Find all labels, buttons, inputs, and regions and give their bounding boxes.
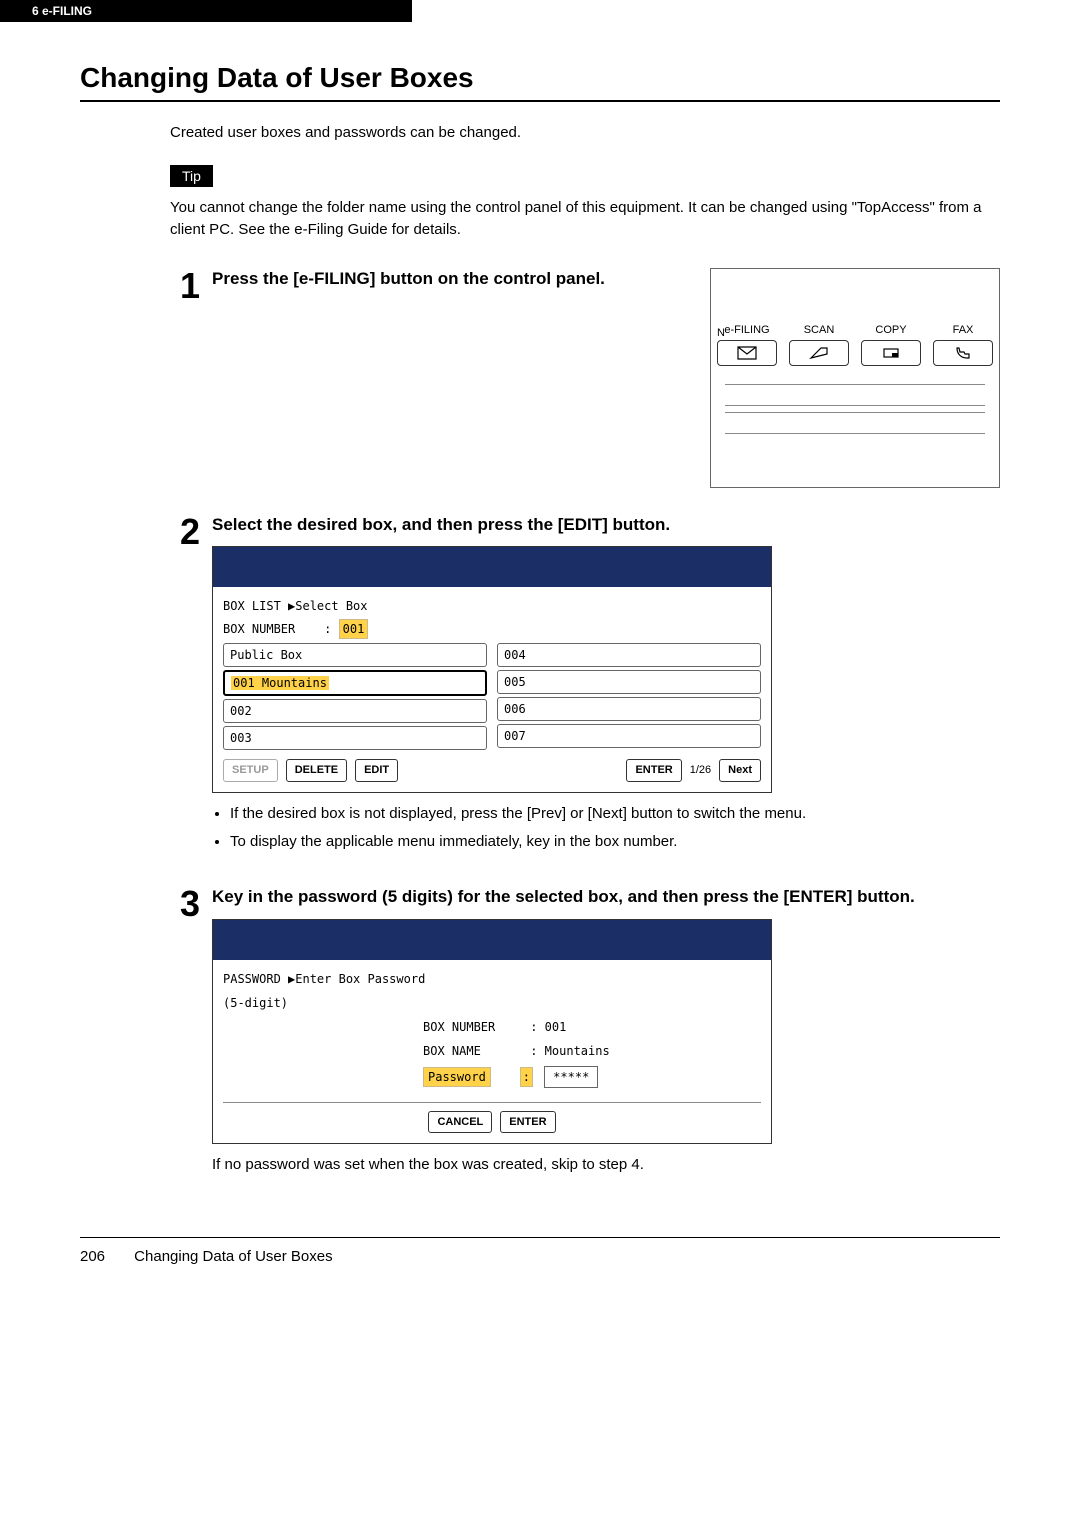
list-item[interactable]: 001 Mountains bbox=[223, 670, 487, 696]
step-3: 3 Key in the password (5 digits) for the… bbox=[80, 886, 1000, 1177]
breadcrumb: 6 e-FILING bbox=[0, 0, 412, 22]
note-text: If the desired box is not displayed, pre… bbox=[230, 803, 1000, 826]
step-heading: Select the desired box, and then press t… bbox=[212, 514, 1000, 537]
list-item[interactable]: 004 bbox=[497, 643, 761, 667]
colon: : bbox=[324, 622, 331, 636]
enter-button[interactable]: ENTER bbox=[626, 759, 681, 782]
tip-label: Tip bbox=[170, 165, 213, 187]
fax-label: FAX bbox=[933, 324, 993, 336]
panel-n-label: N bbox=[717, 327, 725, 339]
page-number: 206 bbox=[80, 1248, 130, 1265]
list-item[interactable]: 005 bbox=[497, 670, 761, 694]
tip-text: You cannot change the folder name using … bbox=[170, 197, 1000, 242]
delete-button[interactable]: DELETE bbox=[286, 759, 347, 782]
enter-button[interactable]: ENTER bbox=[500, 1111, 555, 1134]
copy-label: COPY bbox=[861, 324, 921, 336]
box-number-label: BOX NUMBER bbox=[223, 622, 295, 636]
box-number-value[interactable]: 001 bbox=[339, 619, 369, 639]
step-heading: Press the [e-FILING] button on the contr… bbox=[212, 268, 690, 291]
step3-after-text: If no password was set when the box was … bbox=[212, 1154, 1000, 1177]
edit-button[interactable]: EDIT bbox=[355, 759, 398, 782]
box-number-value: : 001 bbox=[530, 1020, 566, 1034]
step-1: 1 Press the [e-FILING] button on the con… bbox=[80, 268, 1000, 488]
copy-icon bbox=[861, 340, 921, 366]
box-list-title: BOX LIST ▶Select Box bbox=[223, 597, 761, 615]
step-number: 3 bbox=[160, 886, 200, 1177]
box-number-label: BOX NUMBER bbox=[423, 1018, 523, 1036]
page-title: Changing Data of User Boxes bbox=[80, 62, 1000, 102]
box-list-screen: BOX LIST ▶Select Box BOX NUMBER : 001 Pu… bbox=[212, 546, 772, 793]
password-hint: (5-digit) bbox=[223, 994, 761, 1012]
step-number: 2 bbox=[160, 514, 200, 860]
list-item[interactable]: 002 bbox=[223, 699, 487, 723]
efiling-button[interactable]: e-FILING bbox=[717, 324, 777, 366]
page-footer: 206 Changing Data of User Boxes bbox=[80, 1237, 1000, 1265]
colon: : bbox=[520, 1067, 533, 1087]
efiling-label: e-FILING bbox=[717, 324, 777, 336]
box-name-label: BOX NAME bbox=[423, 1042, 523, 1060]
box-name-value: : Mountains bbox=[530, 1044, 609, 1058]
list-item[interactable]: 007 bbox=[497, 724, 761, 748]
list-item[interactable]: Public Box bbox=[223, 643, 487, 667]
password-label: Password bbox=[423, 1067, 491, 1087]
efiling-icon bbox=[717, 340, 777, 366]
step-heading: Key in the password (5 digits) for the s… bbox=[212, 886, 1000, 909]
page-indicator: 1/26 bbox=[690, 762, 711, 779]
scan-button[interactable]: SCAN bbox=[789, 324, 849, 366]
copy-button[interactable]: COPY bbox=[861, 324, 921, 366]
password-prompt: PASSWORD ▶Enter Box Password bbox=[223, 970, 761, 988]
next-button[interactable]: Next bbox=[719, 759, 761, 782]
step-number: 1 bbox=[160, 268, 200, 488]
scan-label: SCAN bbox=[789, 324, 849, 336]
list-item[interactable]: 006 bbox=[497, 697, 761, 721]
list-item[interactable]: 003 bbox=[223, 726, 487, 750]
cancel-button[interactable]: CANCEL bbox=[428, 1111, 492, 1134]
setup-button[interactable]: SETUP bbox=[223, 759, 278, 782]
fax-icon bbox=[933, 340, 993, 366]
footer-title: Changing Data of User Boxes bbox=[134, 1248, 332, 1265]
fax-button[interactable]: FAX bbox=[933, 324, 993, 366]
control-panel-figure: N e-FILING SCAN COPY bbox=[710, 268, 1000, 488]
step-2: 2 Select the desired box, and then press… bbox=[80, 514, 1000, 860]
scan-icon bbox=[789, 340, 849, 366]
note-text: To display the applicable menu immediate… bbox=[230, 831, 1000, 854]
password-field[interactable]: ***** bbox=[544, 1066, 598, 1088]
intro-text: Created user boxes and passwords can be … bbox=[170, 122, 1000, 145]
password-screen: PASSWORD ▶Enter Box Password (5-digit) B… bbox=[212, 919, 772, 1145]
